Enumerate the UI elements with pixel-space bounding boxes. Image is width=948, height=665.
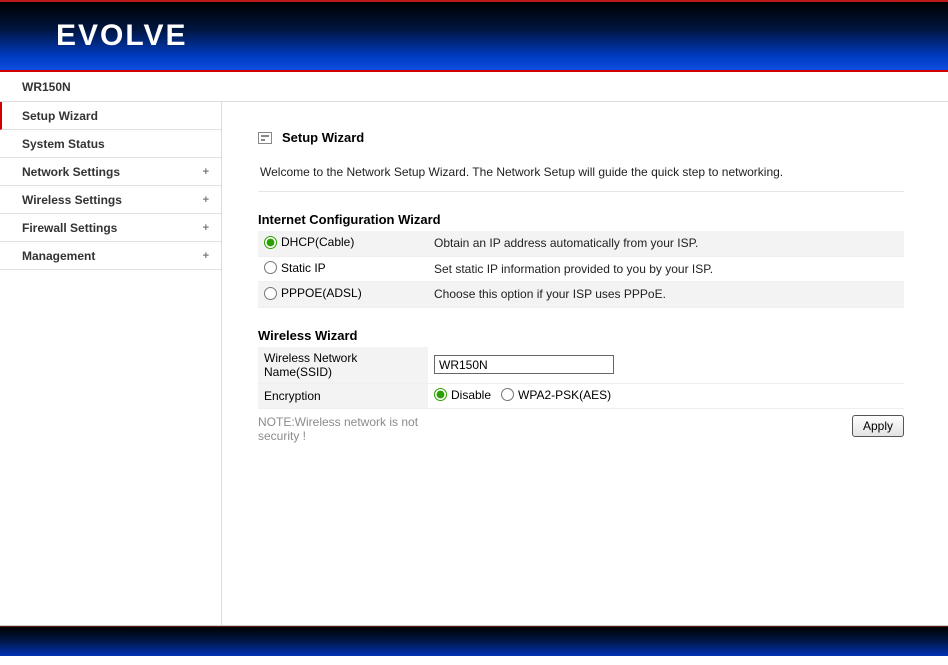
sidebar-item-system-status[interactable]: System Status (0, 130, 221, 158)
sidebar-item-setup-wizard[interactable]: Setup Wizard (0, 102, 221, 130)
sidebar-item-label: Management (22, 249, 95, 263)
main-content: Setup Wizard Welcome to the Network Setu… (222, 102, 948, 625)
ssid-input[interactable] (434, 355, 614, 374)
ssid-label: Wireless Network Name(SSID) (258, 347, 428, 384)
expand-icon: + (203, 222, 209, 234)
sidebar: Setup Wizard System Status Network Setti… (0, 102, 222, 625)
sidebar-item-wireless-settings[interactable]: Wireless Settings + (0, 186, 221, 214)
radio-pppoe-label: PPPOE(ADSL) (281, 286, 362, 300)
page-title-row: Setup Wizard (258, 130, 904, 157)
radio-enc-wpa2[interactable]: WPA2-PSK(AES) (501, 388, 611, 402)
internet-wizard-table: DHCP(Cable) Obtain an IP address automat… (258, 231, 904, 308)
ssid-row: Wireless Network Name(SSID) (258, 347, 904, 384)
breadcrumb: WR150N (0, 72, 948, 102)
sidebar-item-label: Firewall Settings (22, 221, 117, 235)
option-row-static: Static IP Set static IP information prov… (258, 256, 904, 282)
static-desc: Set static IP information provided to yo… (428, 256, 904, 282)
page-title: Setup Wizard (282, 130, 364, 145)
security-note: NOTE:Wireless network is not security ! (258, 415, 448, 443)
sidebar-item-label: Setup Wizard (22, 109, 98, 123)
internet-wizard-title: Internet Configuration Wizard (258, 212, 904, 227)
radio-enc-disable-input[interactable] (434, 388, 447, 401)
option-row-pppoe: PPPOE(ADSL) Choose this option if your I… (258, 282, 904, 308)
radio-static-label: Static IP (281, 261, 326, 275)
radio-static[interactable]: Static IP (264, 261, 326, 275)
pppoe-desc: Choose this option if your ISP uses PPPo… (428, 282, 904, 308)
radio-dhcp-label: DHCP(Cable) (281, 235, 354, 249)
radio-enc-disable[interactable]: Disable (434, 388, 491, 402)
option-row-dhcp: DHCP(Cable) Obtain an IP address automat… (258, 231, 904, 256)
wizard-icon (258, 132, 272, 144)
footer (0, 626, 948, 656)
expand-icon: + (203, 250, 209, 262)
radio-pppoe-input[interactable] (264, 287, 277, 300)
radio-enc-disable-label: Disable (451, 388, 491, 402)
brand-logo: EVOLVE (56, 19, 187, 53)
radio-enc-wpa2-input[interactable] (501, 388, 514, 401)
sidebar-item-firewall-settings[interactable]: Firewall Settings + (0, 214, 221, 242)
encryption-label: Encryption (258, 383, 428, 409)
encryption-row: Encryption Disable WPA2-PSK(AES) (258, 383, 904, 409)
model-label: WR150N (22, 80, 71, 94)
intro-text: Welcome to the Network Setup Wizard. The… (258, 157, 904, 192)
layout: Setup Wizard System Status Network Setti… (0, 102, 948, 626)
sidebar-item-network-settings[interactable]: Network Settings + (0, 158, 221, 186)
dhcp-desc: Obtain an IP address automatically from … (428, 231, 904, 256)
wireless-wizard-title: Wireless Wizard (258, 328, 904, 343)
note-row: NOTE:Wireless network is not security ! … (258, 409, 904, 443)
apply-button[interactable]: Apply (852, 415, 904, 437)
radio-dhcp[interactable]: DHCP(Cable) (264, 235, 354, 249)
expand-icon: + (203, 166, 209, 178)
expand-icon: + (203, 194, 209, 206)
radio-static-input[interactable] (264, 261, 277, 274)
sidebar-item-label: System Status (22, 137, 105, 151)
sidebar-item-management[interactable]: Management + (0, 242, 221, 270)
sidebar-item-label: Wireless Settings (22, 193, 122, 207)
wireless-wizard-table: Wireless Network Name(SSID) Encryption D… (258, 347, 904, 410)
radio-pppoe[interactable]: PPPOE(ADSL) (264, 286, 362, 300)
radio-dhcp-input[interactable] (264, 236, 277, 249)
header: EVOLVE (0, 0, 948, 72)
radio-enc-wpa2-label: WPA2-PSK(AES) (518, 388, 611, 402)
sidebar-item-label: Network Settings (22, 165, 120, 179)
